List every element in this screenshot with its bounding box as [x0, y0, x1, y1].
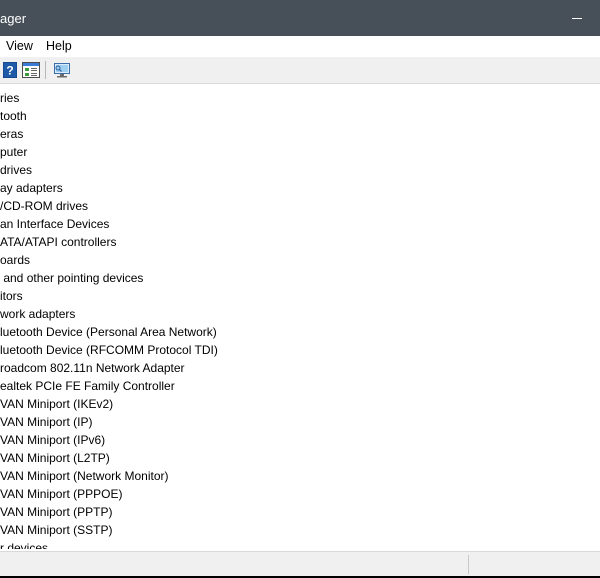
tree-item[interactable]: luetooth Device (RFCOMM Protocol TDI)	[0, 341, 218, 359]
tree-item[interactable]: ries	[0, 89, 19, 107]
tree-item[interactable]: puter	[0, 143, 27, 161]
tree-item[interactable]: VAN Miniport (L2TP)	[0, 449, 110, 467]
tree-item[interactable]: VAN Miniport (PPPOE)	[0, 485, 122, 503]
title-bar[interactable]: ager	[0, 0, 600, 36]
minimize-button[interactable]	[554, 0, 600, 36]
tree-item[interactable]: and other pointing devices	[0, 269, 143, 287]
properties-icon	[22, 62, 40, 78]
tree-item[interactable]: roadcom 802.11n Network Adapter	[0, 359, 185, 377]
tree-item[interactable]: itors	[0, 287, 23, 305]
tree-item[interactable]: VAN Miniport (IKEv2)	[0, 395, 113, 413]
tree-item[interactable]: work adapters	[0, 305, 75, 323]
status-bar	[0, 551, 600, 576]
tree-item[interactable]: drives	[0, 161, 32, 179]
minimize-icon	[572, 17, 582, 19]
tree-item[interactable]: VAN Miniport (IP)	[0, 413, 92, 431]
scan-hardware-icon	[54, 63, 70, 78]
tree-item[interactable]: ATA/ATAPI controllers	[0, 233, 116, 251]
tree-item[interactable]: tooth	[0, 107, 27, 125]
device-tree[interactable]: ries tooth eras puter drives ay adapters…	[0, 89, 600, 549]
menu-help[interactable]: Help	[46, 39, 72, 53]
help-button[interactable]: ?	[0, 60, 20, 80]
tree-item[interactable]: /CD-ROM drives	[0, 197, 88, 215]
properties-button[interactable]	[21, 60, 41, 80]
tree-item[interactable]: VAN Miniport (PPTP)	[0, 503, 112, 521]
tree-item[interactable]: luetooth Device (Personal Area Network)	[0, 323, 217, 341]
tree-item[interactable]: VAN Miniport (Network Monitor)	[0, 467, 168, 485]
window-title: ager	[0, 11, 27, 26]
tree-item[interactable]: VAN Miniport (IPv6)	[0, 431, 105, 449]
tree-item[interactable]: oards	[0, 251, 30, 269]
toolbar: ?	[0, 57, 600, 84]
tree-item[interactable]: eras	[0, 125, 23, 143]
menu-view[interactable]: View	[6, 39, 33, 53]
device-manager-window: ager View Help ? ries tooth eras puter d…	[0, 0, 600, 576]
status-divider	[468, 555, 469, 574]
tree-item[interactable]: ealtek PCIe FE Family Controller	[0, 377, 175, 395]
tree-item[interactable]: VAN Miniport (SSTP)	[0, 521, 112, 539]
help-icon: ?	[3, 62, 17, 78]
tree-item[interactable]: ay adapters	[0, 179, 63, 197]
scan-hardware-button[interactable]	[52, 60, 72, 80]
toolbar-separator	[45, 61, 46, 79]
svg-text:?: ?	[6, 64, 13, 78]
menu-bar: View Help	[0, 36, 600, 56]
tree-item[interactable]: r devices	[0, 539, 48, 549]
tree-item[interactable]: an Interface Devices	[0, 215, 109, 233]
